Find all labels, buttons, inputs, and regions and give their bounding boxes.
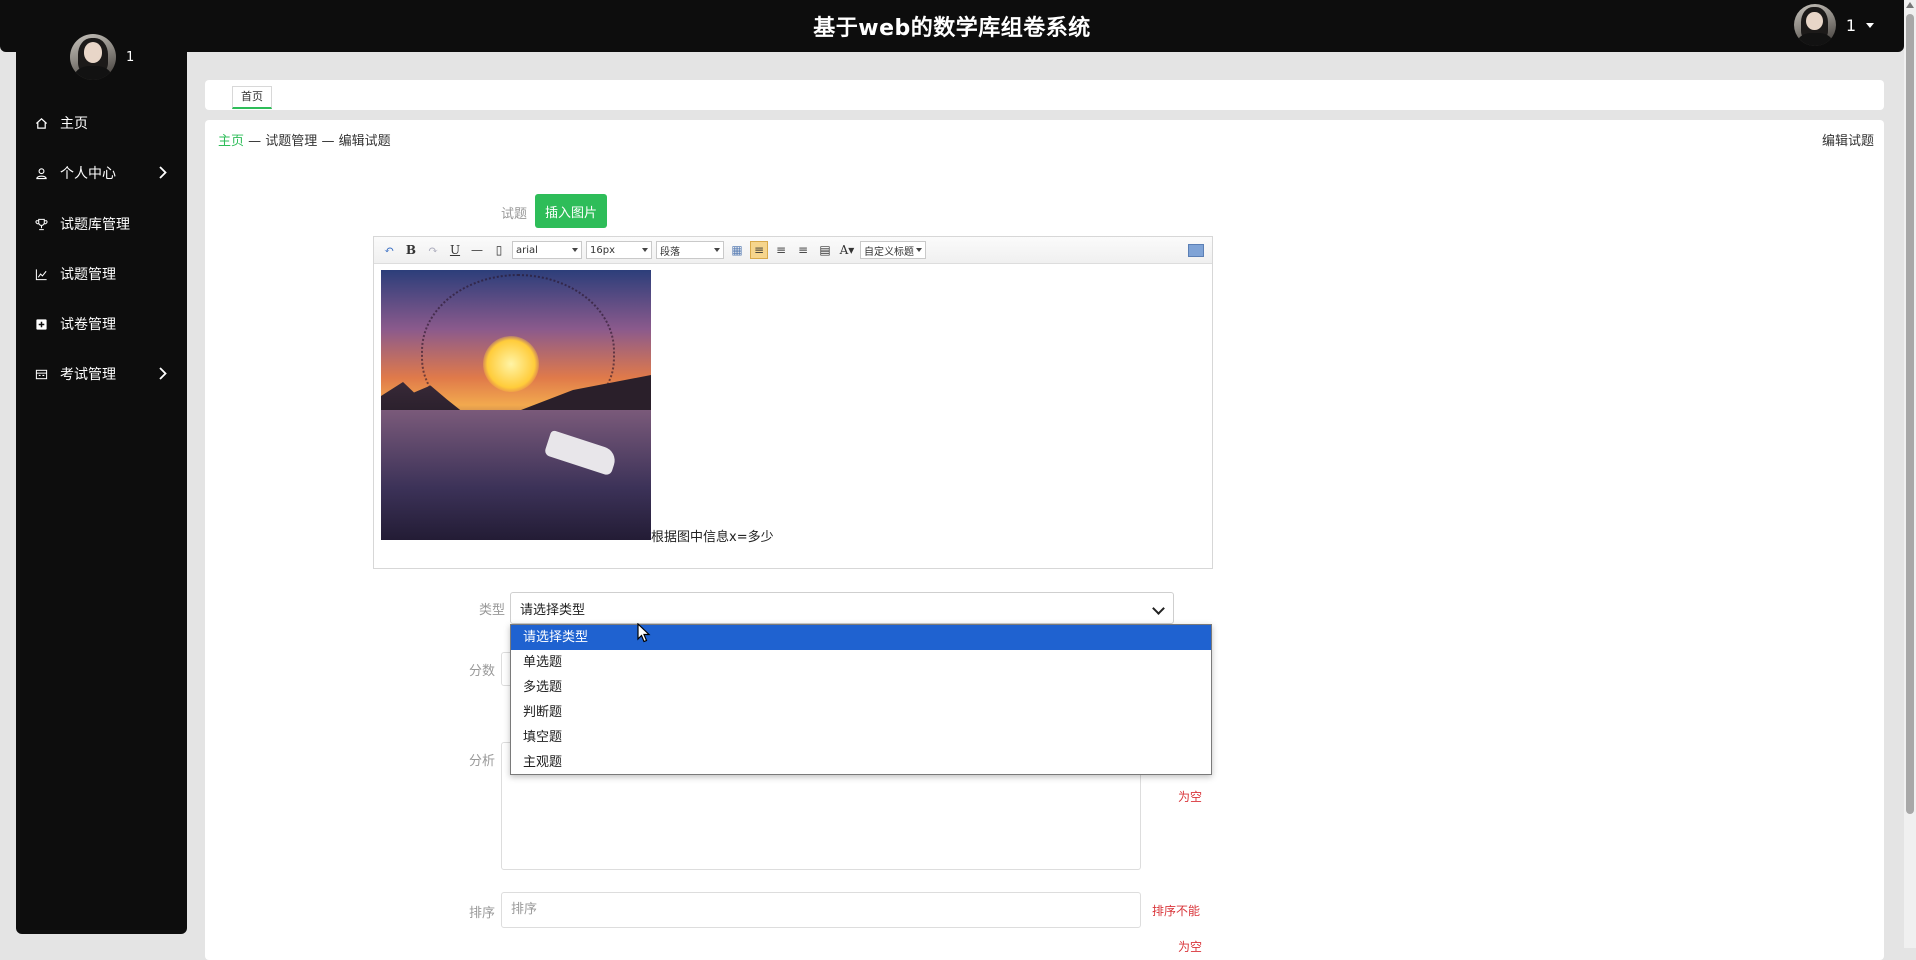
sidebar-item-label: 考试管理 xyxy=(60,367,116,383)
font-family-select[interactable]: arial xyxy=(512,241,582,259)
align-center-icon[interactable]: ≡ xyxy=(794,241,812,259)
tab-bar: 首页 xyxy=(205,80,1884,110)
editor-toolbar: ↶ B ↷ U — ▯ arial 16px 段落 ▦ ≡ ≡ ≡ ▤ A▾ 自… xyxy=(374,237,1212,264)
type-select-value: 请选择类型 xyxy=(520,602,586,618)
align-justify-icon[interactable]: ▤ xyxy=(816,241,834,259)
table-icon[interactable]: ▦ xyxy=(728,241,746,259)
scroll-thumb[interactable] xyxy=(1906,14,1914,814)
avatar[interactable] xyxy=(1793,4,1836,46)
mouse-cursor-icon xyxy=(637,623,651,643)
sidebar-item-label: 试题管理 xyxy=(60,267,116,283)
type-dropdown-list[interactable]: 请选择类型 单选题 多选题 判断题 填空题 主观题 xyxy=(510,624,1212,775)
sidebar-item-label: 个人中心 xyxy=(60,166,116,182)
chevron-right-icon xyxy=(159,166,167,179)
sidebar: 1 主页 个人中心 试题库管理 试题管理 试卷管理 考试管理 xyxy=(16,34,187,934)
chart-icon xyxy=(34,267,48,281)
dropdown-option[interactable]: 请选择类型 xyxy=(511,625,1211,650)
home-icon xyxy=(34,116,48,130)
trophy-icon xyxy=(34,217,48,231)
sunset-river-image xyxy=(381,270,651,540)
sidebar-avatar xyxy=(70,34,116,80)
app-title: 基于web的数学库组卷系统 xyxy=(813,16,1091,41)
question-label: 试题 xyxy=(500,207,527,222)
dropdown-option[interactable]: 单选题 xyxy=(511,650,1211,675)
breadcrumb: 主页 — 试题管理 — 编辑试题 xyxy=(218,130,391,149)
underline-icon[interactable]: U xyxy=(446,241,464,259)
type-label: 类型 xyxy=(478,603,505,618)
dropdown-option[interactable]: 多选题 xyxy=(511,675,1211,700)
bold-icon[interactable]: B xyxy=(402,241,420,259)
sidebar-item-label: 试题库管理 xyxy=(60,217,130,233)
editor-content[interactable]: 根据图中信息x=多少 xyxy=(374,264,1212,564)
font-size-value: 16px xyxy=(590,244,615,256)
font-size-select[interactable]: 16px xyxy=(586,241,652,259)
tab-home[interactable]: 首页 xyxy=(232,86,272,109)
plus-square-icon xyxy=(34,317,48,331)
analysis-label: 分析 xyxy=(468,754,495,769)
custom-title-value: 自定义标题 xyxy=(864,246,914,258)
sidebar-item-home[interactable]: 主页 xyxy=(16,108,187,138)
sidebar-item-exams[interactable]: 考试管理 xyxy=(16,359,187,389)
align-right-icon[interactable]: ≡ xyxy=(772,241,790,259)
caret-down-icon[interactable] xyxy=(1866,22,1874,28)
paragraph-value: 段落 xyxy=(660,246,680,258)
custom-title-select[interactable]: 自定义标题 xyxy=(860,241,926,259)
breadcrumb-separator: — xyxy=(321,134,335,149)
sort-placeholder: 排序 xyxy=(511,902,538,917)
align-left-icon[interactable]: ≡ xyxy=(750,241,768,259)
sidebar-user: 1 xyxy=(70,34,134,80)
dropdown-option[interactable]: 判断题 xyxy=(511,700,1211,725)
editor-question-text: 根据图中信息x=多少 xyxy=(651,530,774,545)
sidebar-item-personal-center[interactable]: 个人中心 xyxy=(16,158,187,188)
main-panel: 主页 — 试题管理 — 编辑试题 编辑试题 试题 插入图片 ↶ B ↷ U — … xyxy=(205,120,1884,960)
dropdown-option[interactable]: 主观题 xyxy=(511,750,1211,775)
sidebar-user-name: 1 xyxy=(126,49,135,65)
undo-icon[interactable]: ↶ xyxy=(380,241,398,259)
redo-icon[interactable]: ↷ xyxy=(424,241,442,259)
rich-text-editor[interactable]: ↶ B ↷ U — ▯ arial 16px 段落 ▦ ≡ ≡ ≡ ▤ A▾ 自… xyxy=(373,236,1213,569)
scroll-up-icon[interactable] xyxy=(1906,2,1914,8)
score-label: 分数 xyxy=(468,664,495,679)
font-color-icon[interactable]: A▾ xyxy=(838,241,856,259)
sidebar-item-papers[interactable]: 试卷管理 xyxy=(16,309,187,339)
paragraph-select[interactable]: 段落 xyxy=(656,241,724,259)
sidebar-item-label: 主页 xyxy=(60,116,88,132)
breadcrumb-level3: 编辑试题 xyxy=(338,134,391,149)
analysis-error: 为空 xyxy=(1178,790,1203,804)
sort-error-line2: 为空 xyxy=(1178,940,1203,954)
user-name[interactable]: 1 xyxy=(1846,16,1856,35)
horizontal-rule-icon[interactable]: — xyxy=(468,241,486,259)
calendar-icon xyxy=(34,367,48,381)
sort-error: 排序不能 xyxy=(1152,904,1201,918)
user-icon xyxy=(34,166,48,180)
breadcrumb-separator: — xyxy=(248,134,262,149)
chevron-down-icon xyxy=(1152,602,1165,615)
chevron-right-icon xyxy=(159,367,167,380)
fullscreen-icon[interactable] xyxy=(1188,243,1204,257)
sort-label: 排序 xyxy=(468,906,495,921)
breadcrumb-home[interactable]: 主页 xyxy=(218,134,244,149)
font-family-value: arial xyxy=(516,244,538,256)
insert-image-button[interactable]: 插入图片 xyxy=(535,194,607,228)
breadcrumb-level2: 试题管理 xyxy=(265,134,318,149)
sort-input[interactable]: 排序 xyxy=(501,892,1141,928)
top-header: 基于web的数学库组卷系统 1 xyxy=(0,0,1904,52)
sidebar-item-question-bank[interactable]: 试题库管理 xyxy=(16,209,187,239)
dropdown-option[interactable]: 填空题 xyxy=(511,725,1211,750)
paste-icon[interactable]: ▯ xyxy=(490,241,508,259)
user-menu[interactable]: 1 xyxy=(1793,4,1874,46)
sidebar-item-label: 试卷管理 xyxy=(60,317,116,333)
type-select[interactable]: 请选择类型 xyxy=(510,592,1174,624)
page-title: 编辑试题 xyxy=(1821,134,1874,149)
sidebar-item-questions[interactable]: 试题管理 xyxy=(16,259,187,289)
page-scrollbar[interactable] xyxy=(1904,0,1916,948)
